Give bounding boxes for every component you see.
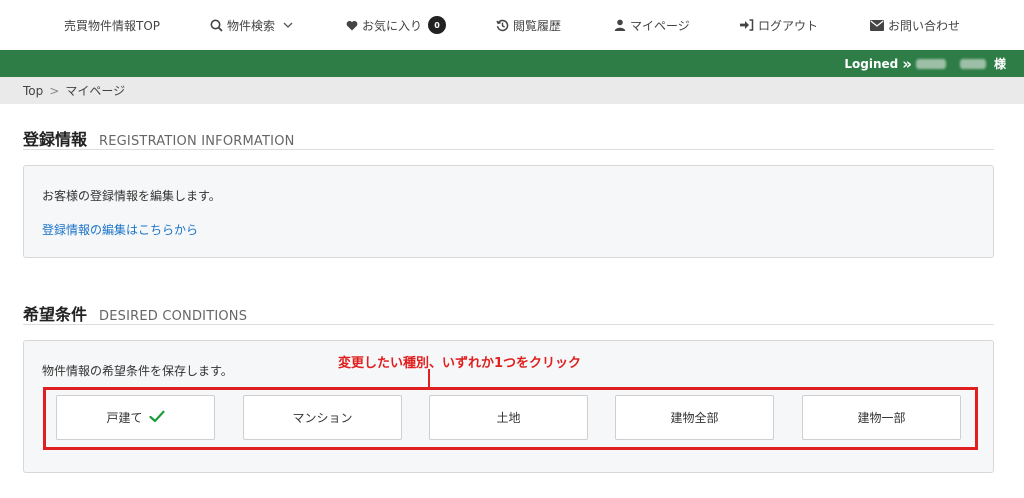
nav-search-label: 物件検索	[227, 18, 276, 33]
nav-favorites-link[interactable]: お気に入り 0	[346, 16, 447, 34]
registration-description: お客様の登録情報を編集します。	[42, 189, 221, 203]
type-button-label: 建物全部	[670, 411, 719, 425]
nav-logout-label: ログアウト	[758, 18, 819, 33]
type-button-label: 建物一部	[857, 411, 906, 425]
checkmark-icon	[148, 410, 165, 426]
type-button-partial-building[interactable]: 建物一部	[802, 395, 961, 440]
honorific-label: 様	[993, 57, 1006, 71]
user-name-redacted-2	[959, 58, 986, 69]
type-button-mansion[interactable]: マンション	[243, 395, 402, 440]
nav-mypage-label: マイページ	[630, 18, 690, 33]
nav-top-label: 売買物件情報TOP	[64, 18, 161, 33]
conditions-section-header: 希望条件 DESIRED CONDITIONS	[23, 301, 994, 325]
nav-history-link[interactable]: 閲覧履歴	[496, 16, 561, 34]
logined-user: Logined » 様	[844, 55, 1006, 72]
envelope-icon	[870, 19, 884, 31]
search-icon	[210, 19, 223, 32]
user-status-bar: Logined » 様	[0, 50, 1024, 77]
chevron-down-icon	[283, 21, 293, 29]
user-icon	[614, 19, 626, 31]
breadcrumb-separator: >	[49, 83, 60, 98]
type-button-label: 土地	[496, 411, 521, 425]
nav-contact-link[interactable]: お問い合わせ	[870, 16, 960, 34]
history-icon	[496, 19, 509, 32]
logined-label: Logined	[844, 56, 899, 71]
nav-favorites-label: お気に入り	[362, 18, 423, 33]
conditions-description: 物件情報の希望条件を保存します。	[42, 364, 233, 378]
type-button-detached-house[interactable]: 戸建て	[56, 395, 215, 440]
registration-panel: お客様の登録情報を編集します。 登録情報の編集はこちらから	[23, 165, 994, 258]
conditions-title-jp: 希望条件	[23, 305, 88, 324]
nav-history-label: 閲覧履歴	[513, 18, 562, 33]
breadcrumb-top-link[interactable]: Top	[23, 84, 43, 98]
edit-registration-link[interactable]: 登録情報の編集はこちらから	[42, 221, 198, 238]
top-navigation: 売買物件情報TOP 物件検索 お気に入り 0 閲覧履歴 マイページ ログアウト	[0, 0, 1024, 50]
registration-section-header: 登録情報 REGISTRATION INFORMATION	[23, 126, 994, 150]
type-button-label: マンション	[292, 411, 353, 425]
nav-mypage-link[interactable]: マイページ	[614, 16, 690, 34]
type-button-label: 戸建て	[106, 411, 143, 425]
annotation-instruction: 変更したい種別、いずれか1つをクリック	[338, 356, 582, 371]
double-chevron-right-icon: »	[902, 54, 912, 73]
type-button-whole-building[interactable]: 建物全部	[615, 395, 774, 440]
type-button-land[interactable]: 土地	[429, 395, 588, 440]
user-name-redacted	[915, 58, 946, 69]
annotation-pointer-line	[428, 369, 430, 387]
heart-icon	[346, 20, 358, 31]
favorites-count-badge: 0	[428, 16, 447, 34]
nav-logout-link[interactable]: ログアウト	[740, 16, 818, 34]
breadcrumb-current: マイページ	[65, 84, 126, 98]
nav-top-link[interactable]: 売買物件情報TOP	[64, 16, 160, 34]
nav-search-menu[interactable]: 物件検索	[210, 16, 293, 34]
conditions-title-en: DESIRED CONDITIONS	[99, 309, 248, 324]
nav-contact-label: お問い合わせ	[888, 18, 961, 33]
registration-title-en: REGISTRATION INFORMATION	[99, 134, 295, 149]
registration-title-jp: 登録情報	[23, 130, 88, 149]
sign-out-icon	[740, 19, 754, 31]
breadcrumb: Top > マイページ	[0, 77, 1024, 104]
